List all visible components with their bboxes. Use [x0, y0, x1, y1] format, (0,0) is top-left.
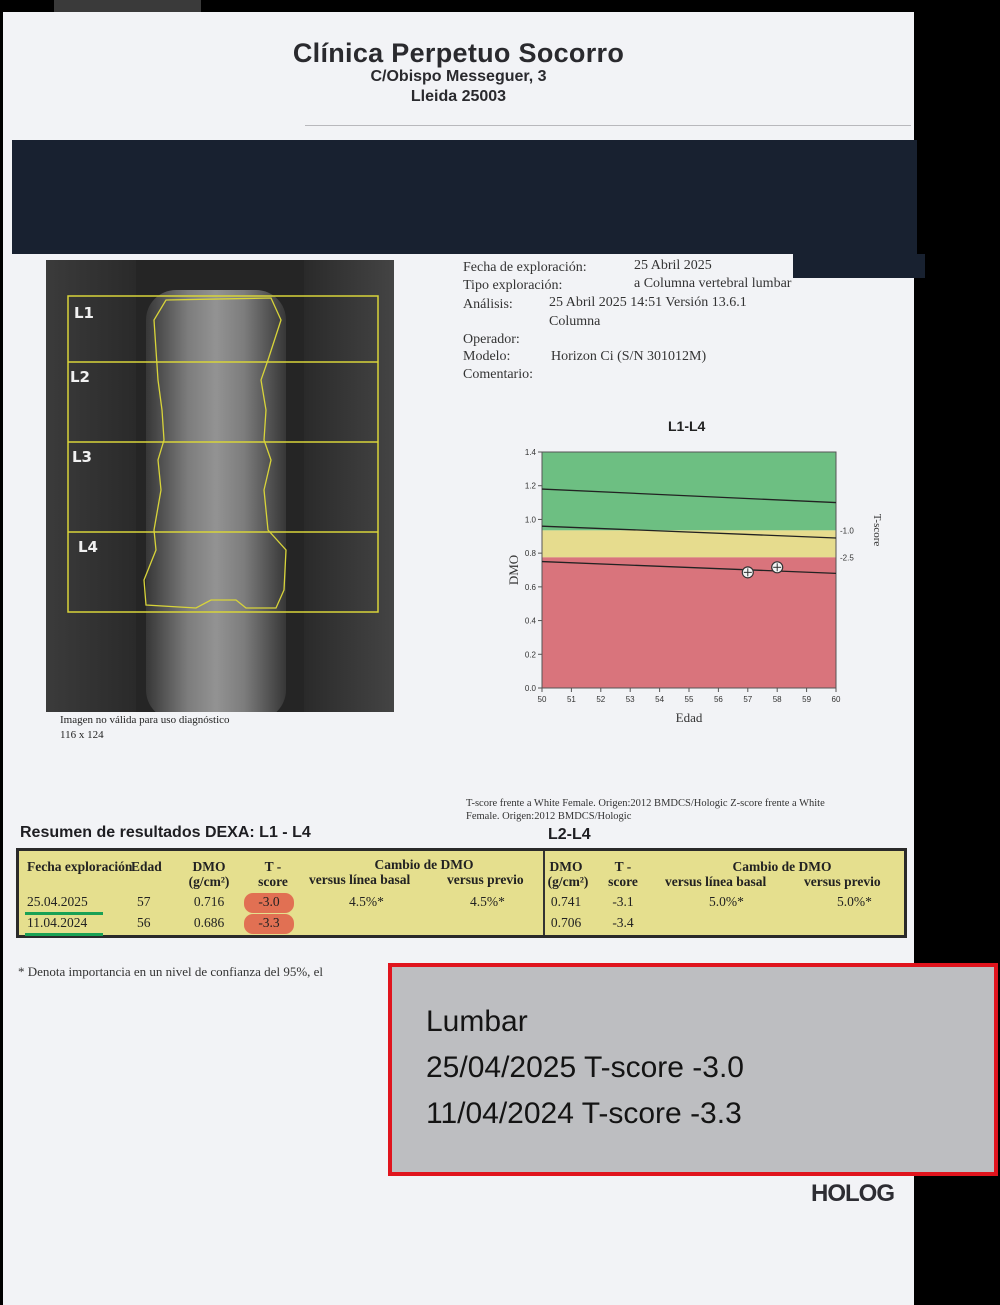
vertebra-label-l1: L1: [74, 304, 94, 322]
header-previo-l2l4: versus previo: [804, 874, 881, 889]
row2-dmo-l2l4: 0.706: [550, 915, 582, 930]
clinic-address-city: Lleida 25003: [410, 88, 507, 105]
header-basal: versus línea basal: [309, 872, 411, 887]
row1-dmo-l2l4: 0.741: [550, 894, 582, 909]
header-previo: versus previo: [447, 872, 524, 887]
x-tick-label: 55: [685, 695, 694, 704]
spine-scan-image: L1 L2 L3 L4: [46, 260, 394, 712]
row1-fecha: 25.04.2025: [27, 894, 88, 909]
row1-edad: 57: [137, 894, 151, 909]
comment-label: Comentario:: [463, 367, 533, 382]
exam-date-value: 25 Abril 2025: [634, 258, 712, 273]
operator-label: Operador:: [463, 332, 520, 347]
exam-date-label: Fecha de exploración:: [463, 260, 587, 275]
header-tscore-l2l4: T -: [614, 859, 632, 874]
y-tick-label: 1.2: [525, 482, 537, 491]
x-tick-label: 52: [596, 695, 605, 704]
header-cambio: Cambio de DMO: [374, 857, 474, 872]
redaction-block-small: [793, 254, 925, 278]
tscore-tick-label: -2.5: [840, 553, 854, 562]
vertebra-label-l3: L3: [72, 448, 92, 466]
summary-title: Resumen de resultados DEXA: L1 - L4: [20, 824, 311, 841]
x-tick-label: 51: [567, 695, 576, 704]
summary-callout: Lumbar 25/04/2025 T-score -3.0 11/04/202…: [388, 963, 998, 1176]
row1-basal: 4.5%*: [349, 894, 384, 909]
header-tscore-2: score: [258, 874, 288, 889]
x-tick-label: 50: [538, 695, 547, 704]
y-tick-label: 0.6: [525, 583, 537, 592]
header-rule: [305, 125, 911, 126]
row1-tscore-l2l4: -3.1: [612, 894, 634, 909]
dmo-age-chart: 50 51 52 53 54 55 56 57 58 59 60 0.0 0.2 0.4 0.6 0.8 1.0…: [506, 448, 883, 725]
x-tick-label: 60: [832, 695, 841, 704]
model-value: Horizon Ci (S/N 301012M): [551, 349, 707, 364]
row1-previo-l2l4: 5.0%*: [837, 894, 872, 909]
scan-disclaimer: Imagen no válida para uso diagnóstico: [60, 714, 230, 726]
analysis-value: 25 Abril 2025 14:51 Versión 13.6.1: [549, 295, 747, 310]
row1-tscore: -3.0: [258, 894, 280, 909]
date-underline-row1: [25, 912, 103, 915]
header-fecha: Fecha exploración: [27, 859, 133, 874]
x-tick-label: 59: [802, 695, 811, 704]
hologic-logo: HOLOG: [811, 1180, 895, 1207]
callout-tscore-2024: 11/04/2024 T-score -3.3: [426, 1097, 742, 1130]
callout-region: Lumbar: [426, 1005, 528, 1038]
y-tick-label: 1.4: [525, 448, 537, 457]
y-tick-label: 0.0: [525, 684, 537, 693]
header-dmo: DMO: [192, 859, 226, 874]
clinic-name: Clínica Perpetuo Socorro: [292, 38, 625, 68]
row2-tscore: -3.3: [258, 915, 280, 930]
analysis-label: Análisis:: [463, 297, 513, 312]
reference-footnote-line1: T-score frente a White Female. Origen:20…: [466, 798, 825, 809]
band-osteoporosis: [542, 557, 836, 688]
vertebra-label-l2: L2: [70, 368, 90, 386]
tscore-tick-label: -1.0: [840, 526, 854, 535]
header-tscore-2-l2l4: score: [608, 874, 638, 889]
vertebra-regions: [67, 295, 379, 613]
row2-dmo: 0.686: [193, 915, 225, 930]
row2-fecha: 11.04.2024: [27, 915, 88, 930]
results-table: Fecha exploración Edad DMO (g/cm²) T - s…: [16, 848, 907, 938]
y-tick-label: 0.2: [525, 650, 537, 659]
significance-note: * Denota importancia en un nivel de conf…: [18, 964, 324, 979]
y-tick-label: 0.4: [525, 617, 537, 626]
row1-previo: 4.5%*: [470, 894, 505, 909]
x-axis-label: Edad: [676, 710, 703, 725]
x-tick-label: 54: [655, 695, 664, 704]
band-osteopenia: [542, 530, 836, 558]
reference-footnote-line2: Female. Origen:2012 BMDCS/Hologic: [466, 811, 632, 822]
header-dmo-unit-l2l4: (g/cm²): [547, 874, 589, 889]
header-cambio-l2l4: Cambio de DMO: [732, 859, 832, 874]
header-basal-l2l4: versus línea basal: [665, 874, 767, 889]
scan-dimensions: 116 x 124: [60, 729, 104, 741]
y-tick-label: 1.0: [525, 515, 537, 524]
row2-edad: 56: [137, 915, 151, 930]
header-tscore: T -: [264, 859, 282, 874]
date-underline-row2: [25, 933, 103, 936]
header-edad: Edad: [131, 859, 162, 874]
header-dmo-unit: (g/cm²): [188, 874, 230, 889]
chart-title: L1-L4: [668, 418, 706, 434]
x-tick-label: 53: [626, 695, 635, 704]
exam-type-value: a Columna vertebral lumbar: [634, 276, 792, 291]
redaction-block: [12, 140, 917, 254]
row1-dmo: 0.716: [193, 894, 225, 909]
header-dmo-l2l4: DMO: [549, 859, 583, 874]
clinic-address-street: C/Obispo Messeguer, 3: [370, 68, 547, 85]
y-tick-label: 0.8: [525, 549, 537, 558]
row2-tscore-l2l4: -3.4: [612, 915, 634, 930]
callout-tscore-2025: 25/04/2025 T-score -3.0: [426, 1051, 744, 1084]
y2-axis-label: T-score: [871, 514, 883, 547]
x-tick-label: 56: [714, 695, 723, 704]
x-tick-label: 57: [743, 695, 752, 704]
x-tick-label: 58: [773, 695, 782, 704]
exam-type-label: Tipo exploración:: [463, 278, 563, 293]
analysis-value-region: Columna: [549, 314, 601, 329]
row1-basal-l2l4: 5.0%*: [709, 894, 744, 909]
summary-title-l2-l4: L2-L4: [548, 826, 591, 843]
y-axis-label: DMO: [506, 555, 521, 585]
model-label: Modelo:: [463, 349, 511, 364]
vertebra-label-l4: L4: [78, 538, 98, 556]
